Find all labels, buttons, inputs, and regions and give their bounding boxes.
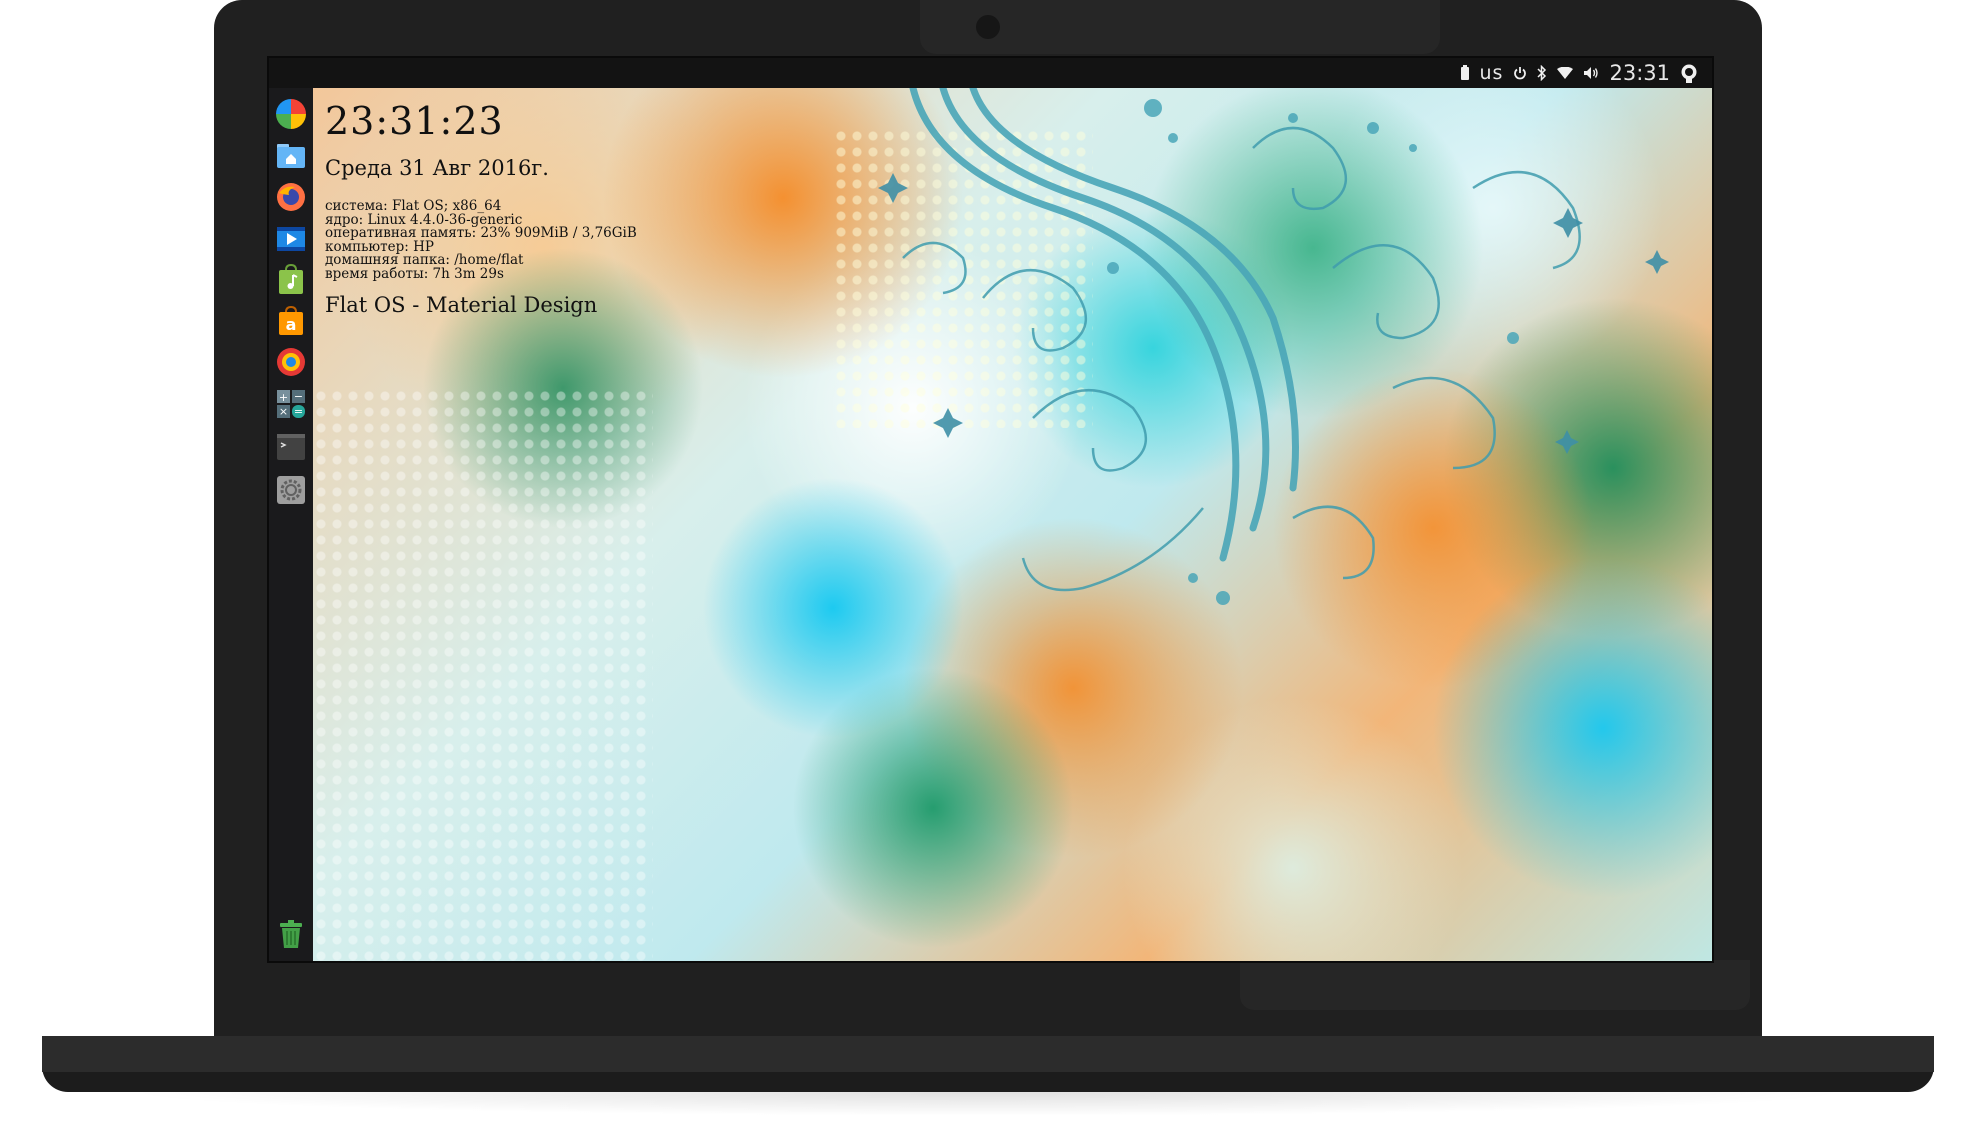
dash-icon[interactable] (275, 98, 307, 130)
system-tray: us 23:31 (1460, 58, 1698, 88)
volume-icon[interactable] (1583, 66, 1599, 80)
svg-text:a: a (286, 315, 297, 334)
video-player-icon[interactable] (275, 223, 307, 255)
wallpaper-dot-pattern (313, 388, 653, 961)
firefox-icon[interactable] (275, 181, 307, 213)
svg-text:−: − (294, 390, 303, 403)
battery-icon[interactable] (1460, 65, 1470, 81)
settings-icon[interactable] (275, 474, 307, 506)
conky-system-monitor: 23:31:23 Среда 31 Авг 2016г. система: Fl… (325, 98, 637, 317)
laptop-base-top (42, 1036, 1934, 1072)
conky-motto: Flat OS - Material Design (325, 293, 598, 317)
svg-text:×: × (279, 405, 288, 418)
desktop-screen: us 23:31 a + − × = 23:31:23 Среда 31 Авг… (267, 56, 1714, 963)
keyboard-layout-indicator[interactable]: us (1480, 62, 1504, 84)
info-line: время работы: 7h 3m 29s (325, 265, 504, 282)
svg-text:=: = (294, 405, 303, 418)
terminal-icon[interactable] (275, 431, 307, 463)
wallpaper-swirl-ornament (878, 88, 1669, 605)
unity-launcher: a + − × = (269, 88, 313, 961)
top-panel: us 23:31 (269, 58, 1712, 88)
music-icon[interactable] (275, 263, 307, 296)
bluetooth-icon[interactable] (1537, 65, 1547, 81)
laptop-shadow (120, 1092, 1856, 1116)
conky-clock: 23:31:23 (325, 99, 504, 143)
calculator-icon[interactable]: + − × = (275, 388, 307, 420)
svg-text:+: + (279, 391, 288, 404)
webcam (976, 15, 1000, 39)
desktop-wallpaper: 23:31:23 Среда 31 Авг 2016г. система: Fl… (313, 88, 1712, 961)
app-center-icon[interactable] (275, 346, 307, 378)
wifi-icon[interactable] (1557, 67, 1574, 79)
power-icon[interactable] (1513, 66, 1527, 80)
lid-bezel-shade (1240, 960, 1750, 1010)
conky-system-info: система: Flat OS; x86_64 ядро: Linux 4.4… (325, 199, 637, 282)
amazon-icon[interactable]: a (275, 305, 307, 337)
panel-clock[interactable]: 23:31 (1609, 61, 1670, 85)
trash-icon[interactable] (275, 918, 307, 950)
user-session-icon[interactable] (1680, 63, 1698, 83)
files-icon[interactable] (275, 139, 307, 171)
conky-date: Среда 31 Авг 2016г. (325, 156, 549, 180)
